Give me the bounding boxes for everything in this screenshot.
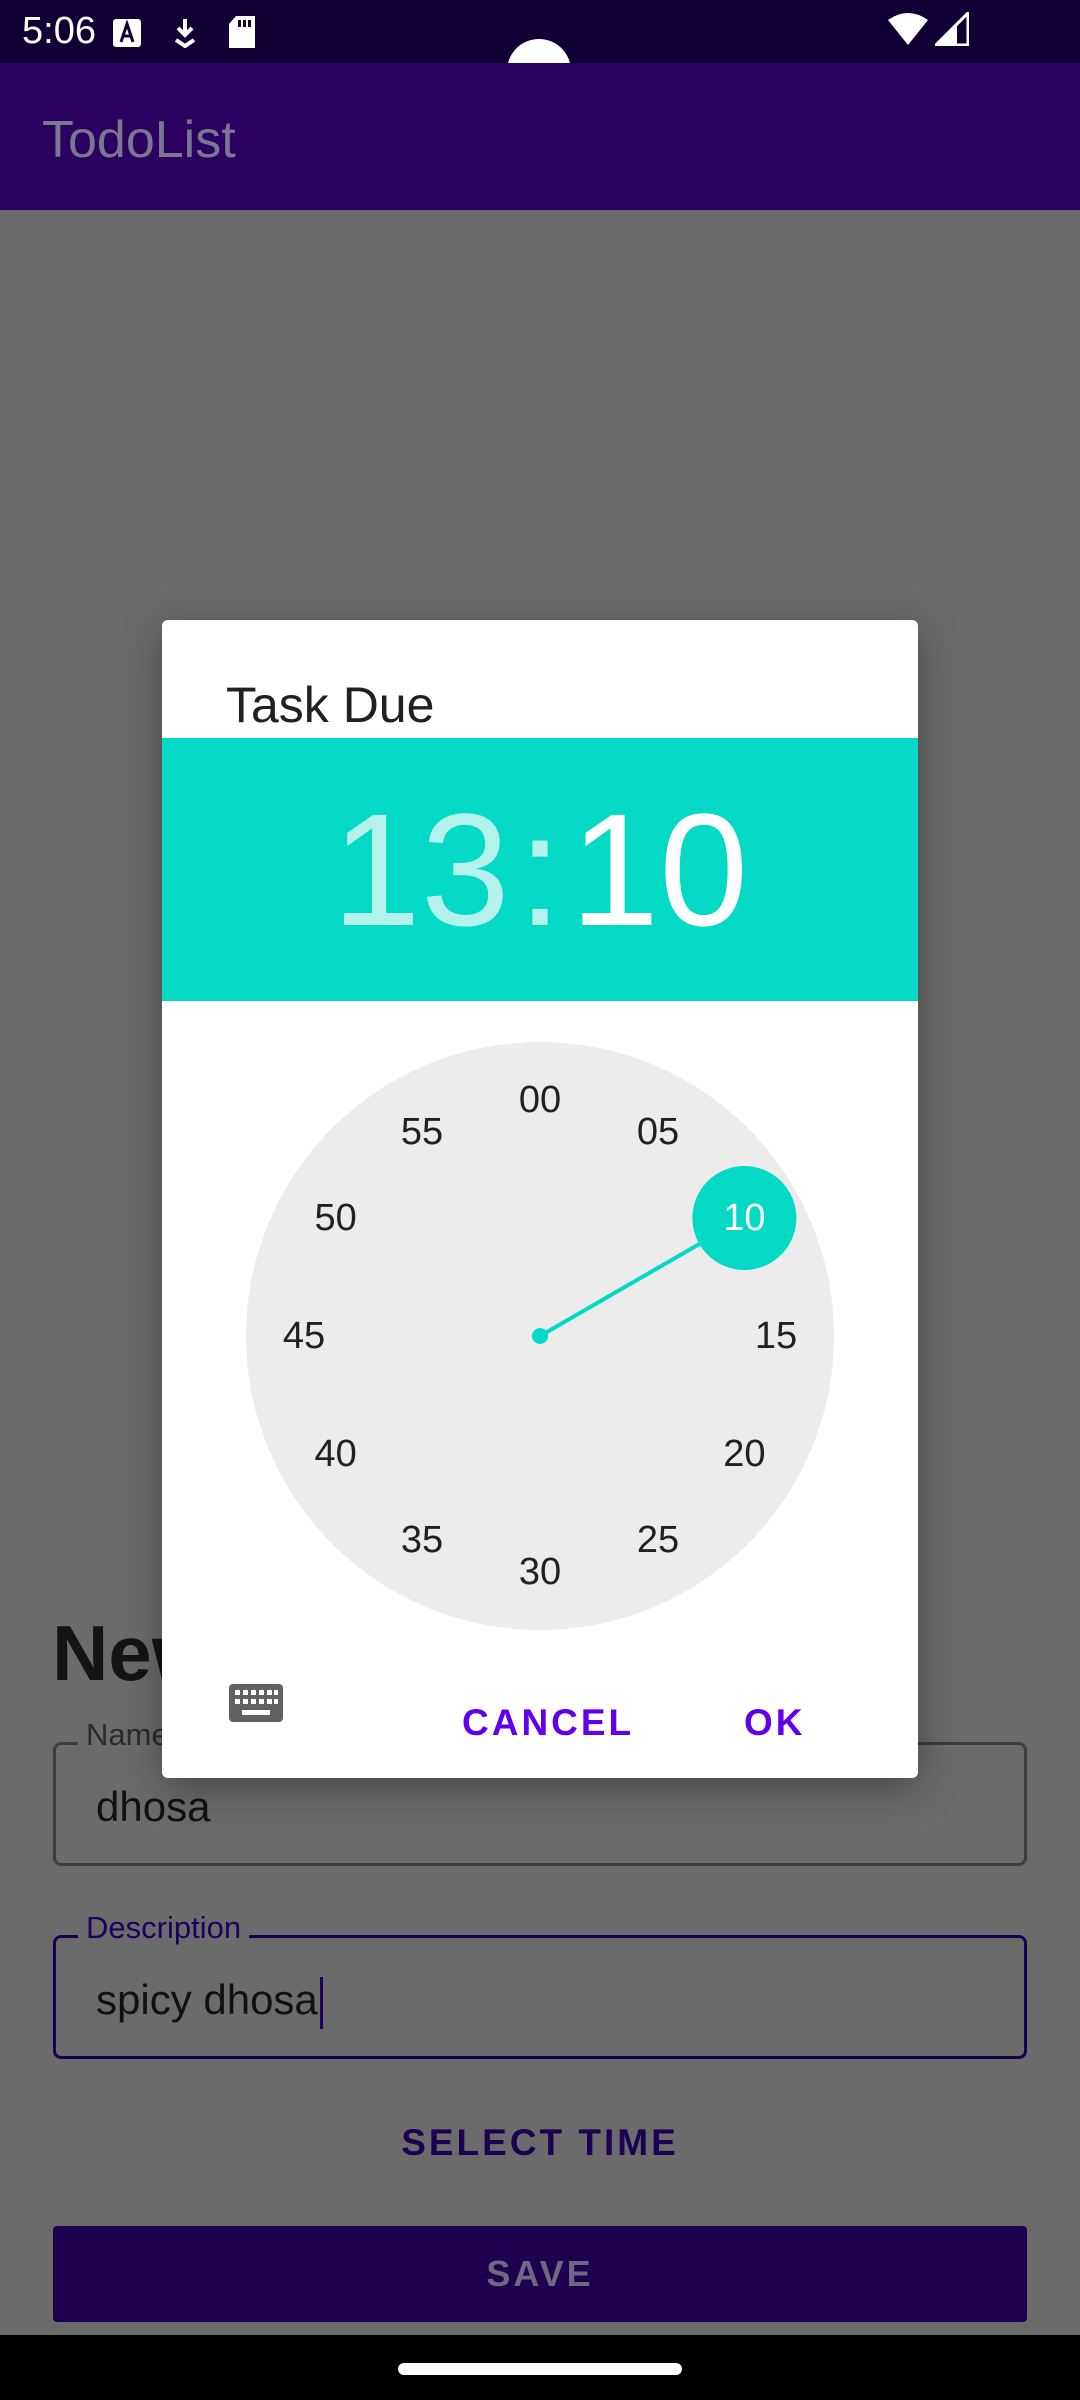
clock-label-40[interactable]: 40	[296, 1429, 376, 1479]
description-field-value: spicy dhosa	[96, 1976, 323, 2029]
download-icon	[174, 19, 196, 48]
time-display: 13 : 10	[162, 738, 918, 1001]
signal-icon	[935, 12, 969, 46]
clock-label-30[interactable]: 30	[500, 1547, 580, 1597]
clock-label-20[interactable]: 20	[704, 1429, 784, 1479]
home-handle[interactable]	[398, 2363, 682, 2375]
clock-label-05[interactable]: 05	[618, 1107, 698, 1157]
time-separator: :	[517, 779, 563, 959]
a-icon	[113, 19, 141, 47]
time-picker-dialog: Task Due 13 : 10 00 05 10 15 20 25 30 35 40 45 50 5…	[162, 620, 918, 1778]
save-button[interactable]: SAVE	[53, 2226, 1027, 2322]
app-title: TodoList	[42, 111, 236, 169]
hour-display[interactable]: 13	[332, 778, 510, 962]
description-field[interactable]: Description spicy dhosa	[53, 1910, 1027, 2059]
sd-card-icon	[229, 16, 255, 48]
select-time-button[interactable]: SELECT TIME	[0, 2122, 1080, 2164]
keyboard-icon[interactable]	[228, 1683, 284, 1725]
description-text: spicy dhosa	[96, 1976, 318, 2023]
wifi-icon	[888, 13, 928, 45]
dialog-title: Task Due	[226, 677, 435, 733]
name-field-value: dhosa	[96, 1783, 211, 1830]
clock-label-50[interactable]: 50	[296, 1193, 376, 1243]
clock-label-25[interactable]: 25	[618, 1515, 698, 1565]
minute-display[interactable]: 10	[570, 778, 748, 962]
clock-label-45[interactable]: 45	[264, 1311, 344, 1361]
description-field-label: Description	[78, 1910, 250, 1946]
clock-center-dot	[532, 1328, 548, 1344]
status-time: 5:06	[22, 10, 96, 52]
clock-label-15[interactable]: 15	[736, 1311, 816, 1361]
clock-label-55[interactable]: 55	[382, 1107, 462, 1157]
clock-label-35[interactable]: 35	[382, 1515, 462, 1565]
clock-face[interactable]: 00 05 10 15 20 25 30 35 40 45 50 55	[246, 1042, 834, 1630]
text-caret	[319, 1976, 323, 2029]
clock-label-10[interactable]: 10	[704, 1193, 784, 1243]
cancel-button[interactable]: CANCEL	[462, 1702, 634, 1744]
time-header: 13 : 10	[162, 738, 918, 1001]
ok-button[interactable]: OK	[744, 1702, 806, 1744]
clock-label-00[interactable]: 00	[500, 1075, 580, 1125]
